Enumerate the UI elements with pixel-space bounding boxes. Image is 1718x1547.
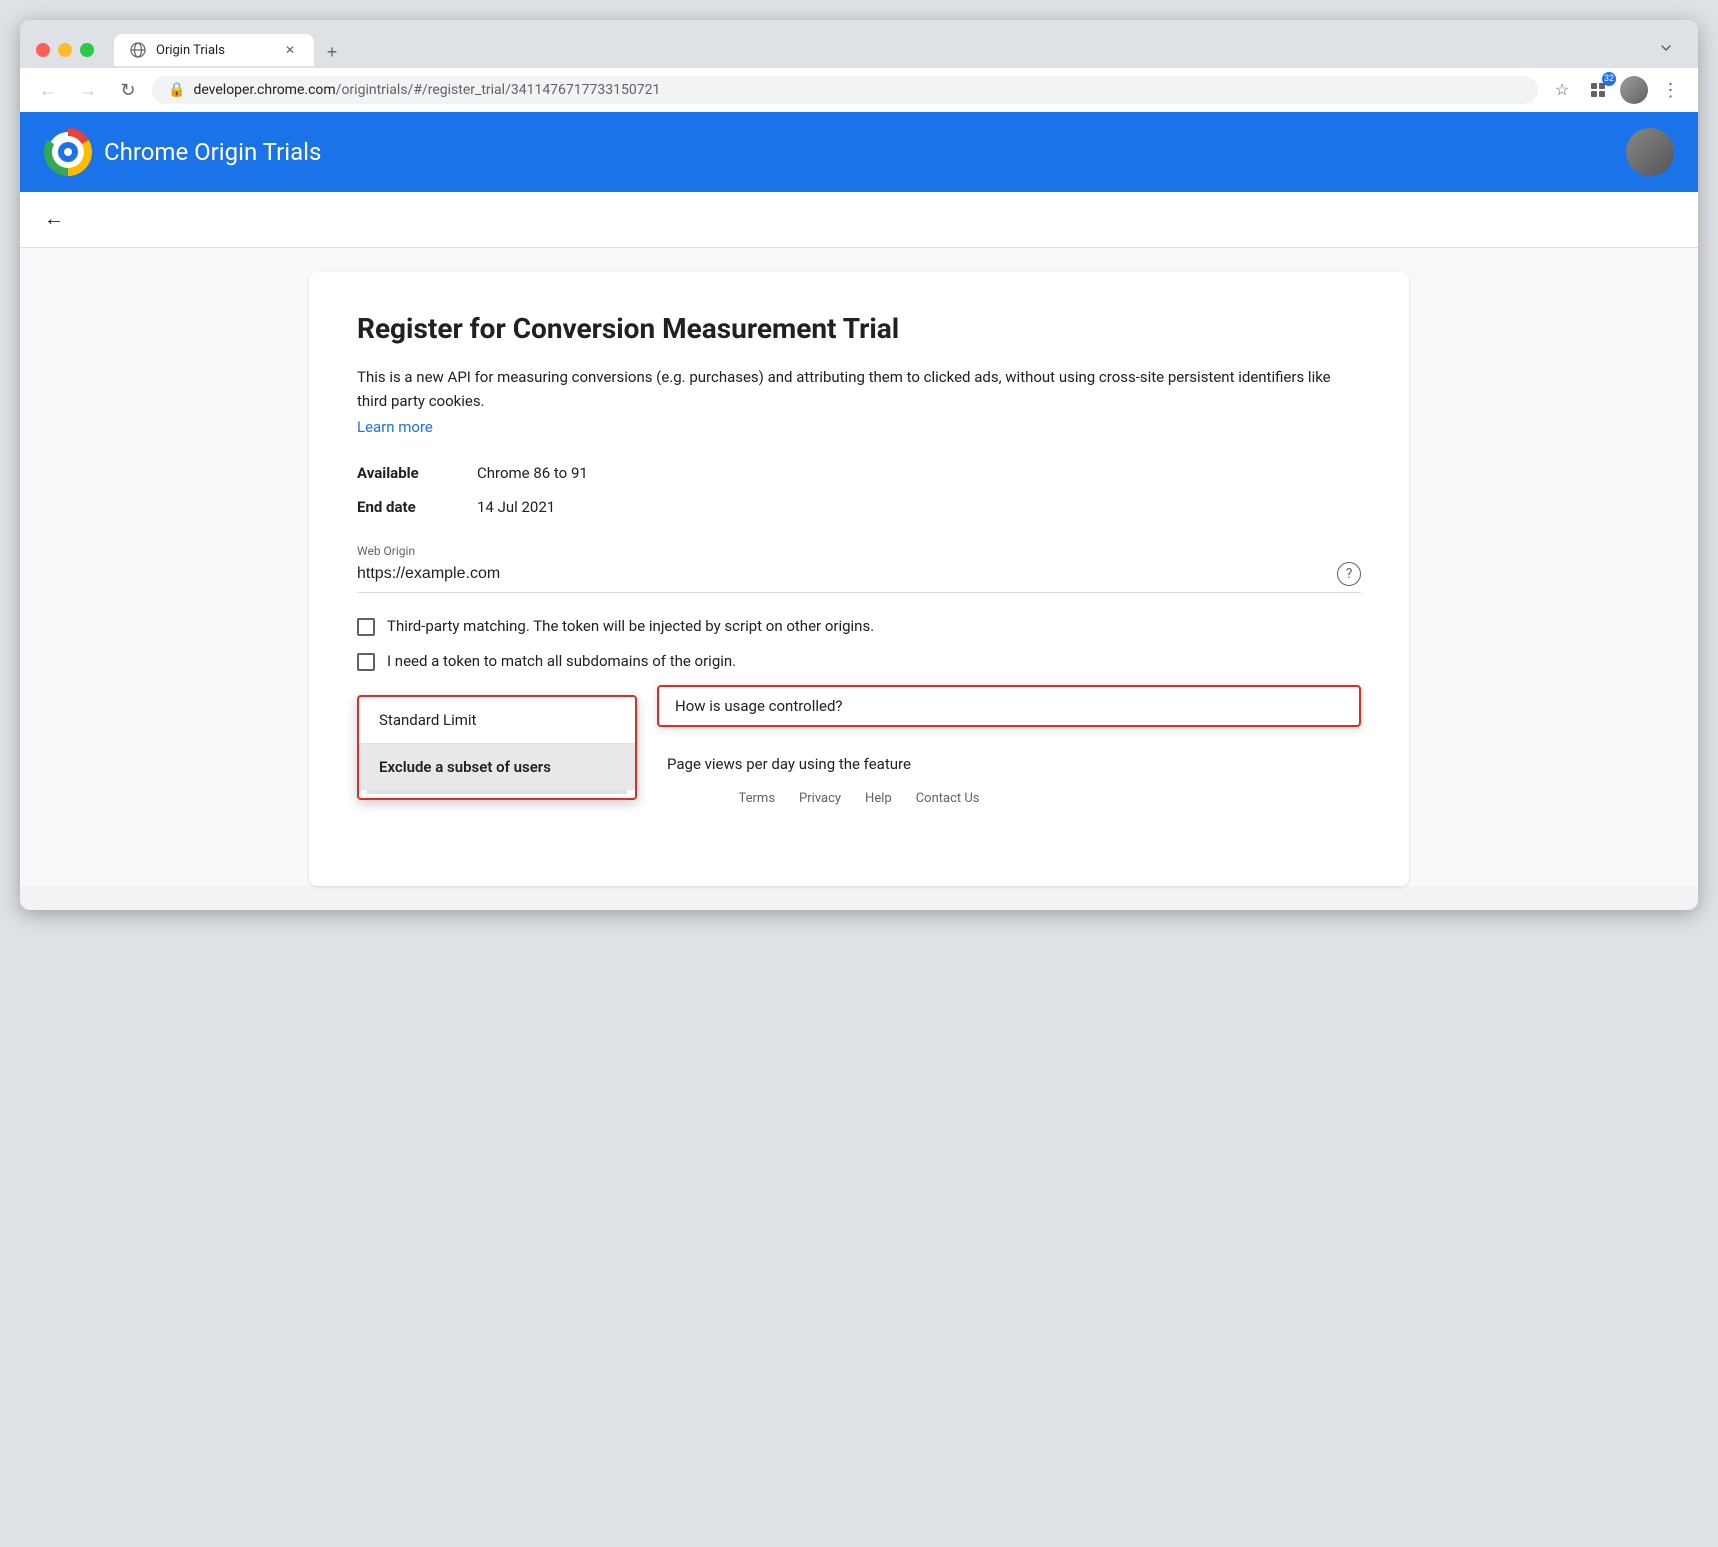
chrome-logo-icon (44, 128, 92, 176)
browser-menu-button[interactable] (1650, 32, 1682, 64)
browser-window: Origin Trials ✕ + ← → ↻ 🔒 dev (20, 20, 1698, 910)
url-display: developer.chrome.com/origintrials/#/regi… (193, 82, 660, 98)
checkbox-group: Third-party matching. The token will be … (357, 617, 1361, 671)
tooltip-text: How is usage controlled? (675, 697, 843, 715)
new-tab-button[interactable]: + (318, 38, 346, 66)
web-origin-field-group: Web Origin ? (357, 544, 1361, 593)
more-options-button[interactable]: ⋮ (1654, 74, 1686, 106)
address-bar: ← → ↻ 🔒 developer.chrome.com/origintrial… (20, 68, 1698, 112)
tab-close-button[interactable]: ✕ (282, 42, 298, 58)
extensions-container: 32 (1582, 74, 1614, 106)
chevron-down-icon (1658, 40, 1674, 56)
page-views-text: Page views per day using the feature (667, 755, 911, 773)
third-party-checkbox[interactable] (357, 618, 375, 636)
address-input-container[interactable]: 🔒 developer.chrome.com/origintrials/#/re… (152, 76, 1538, 104)
active-tab[interactable]: Origin Trials ✕ (114, 34, 314, 66)
main-card: Register for Conversion Measurement Tria… (309, 272, 1409, 886)
terms-link[interactable]: Terms (739, 791, 776, 806)
site-logo: Chrome Origin Trials (44, 128, 321, 176)
usage-dropdown-menu[interactable]: Standard Limit Exclude a subset of users (357, 695, 637, 800)
subdomain-checkbox[interactable] (357, 653, 375, 671)
close-button[interactable] (36, 43, 50, 57)
dropdown-scrollbar (367, 790, 627, 794)
vertical-dots-icon: ⋮ (1662, 80, 1679, 101)
third-party-checkbox-item[interactable]: Third-party matching. The token will be … (357, 617, 1361, 636)
web-origin-input-container: ? (357, 562, 1361, 593)
subdomain-checkbox-item[interactable]: I need a token to match all subdomains o… (357, 652, 1361, 671)
url-domain: developer.chrome.com (193, 82, 335, 98)
standard-limit-option[interactable]: Standard Limit (359, 697, 635, 743)
lock-icon: 🔒 (168, 82, 185, 98)
usage-tooltip-box: How is usage controlled? (657, 685, 1361, 727)
web-origin-input[interactable] (357, 565, 1337, 583)
user-avatar-image (1626, 128, 1674, 176)
back-navigation: ← (20, 192, 1698, 248)
profile-avatar (1620, 76, 1648, 104)
right-content-text: Page views per day using the feature (667, 755, 911, 773)
back-arrow-icon: ← (39, 80, 57, 101)
profile-button[interactable] (1618, 74, 1650, 106)
help-link[interactable]: Help (865, 791, 892, 806)
privacy-link[interactable]: Privacy (799, 791, 841, 806)
info-grid: Available Chrome 86 to 91 End date 14 Ju… (357, 464, 1361, 516)
refresh-button[interactable]: ↻ (112, 74, 144, 106)
window-controls (36, 43, 94, 57)
url-path: /origintrials/#/register_trial/341147671… (336, 82, 661, 98)
address-actions: ☆ 32 ⋮ (1546, 74, 1686, 106)
refresh-icon: ↻ (120, 80, 135, 101)
bookmark-button[interactable]: ☆ (1546, 74, 1578, 106)
site-header: Chrome Origin Trials (20, 112, 1698, 192)
forward-nav-button[interactable]: → (72, 74, 104, 106)
back-nav-button[interactable]: ← (32, 74, 64, 106)
available-label: Available (357, 464, 477, 482)
back-arrow-icon: ← (44, 208, 64, 230)
web-origin-label: Web Origin (357, 544, 1361, 558)
page-content: Chrome Origin Trials ← Register for Conv… (20, 112, 1698, 886)
title-bar: Origin Trials ✕ + (20, 20, 1698, 68)
extensions-badge-count: 32 (1602, 72, 1616, 86)
subdomain-label: I need a token to match all subdomains o… (387, 652, 736, 670)
available-value: Chrome 86 to 91 (477, 464, 1361, 482)
minimize-button[interactable] (58, 43, 72, 57)
back-button[interactable]: ← (44, 208, 64, 231)
third-party-label: Third-party matching. The token will be … (387, 617, 874, 635)
web-origin-help-icon[interactable]: ? (1337, 562, 1361, 586)
forward-arrow-icon: → (79, 80, 97, 101)
tab-title: Origin Trials (156, 43, 272, 58)
form-title: Register for Conversion Measurement Tria… (357, 312, 1361, 345)
form-description: This is a new API for measuring conversi… (357, 365, 1361, 413)
star-icon: ☆ (1555, 80, 1569, 100)
tab-bar: Origin Trials ✕ + (114, 34, 346, 66)
end-date-label: End date (357, 498, 477, 516)
contact-link[interactable]: Contact Us (916, 791, 980, 806)
maximize-button[interactable] (80, 43, 94, 57)
user-avatar[interactable] (1626, 128, 1674, 176)
learn-more-link[interactable]: Learn more (357, 418, 433, 436)
site-title: Chrome Origin Trials (104, 138, 321, 166)
tab-favicon-icon (130, 42, 146, 58)
exclude-subset-option[interactable]: Exclude a subset of users (359, 744, 635, 790)
end-date-value: 14 Jul 2021 (477, 498, 1361, 516)
